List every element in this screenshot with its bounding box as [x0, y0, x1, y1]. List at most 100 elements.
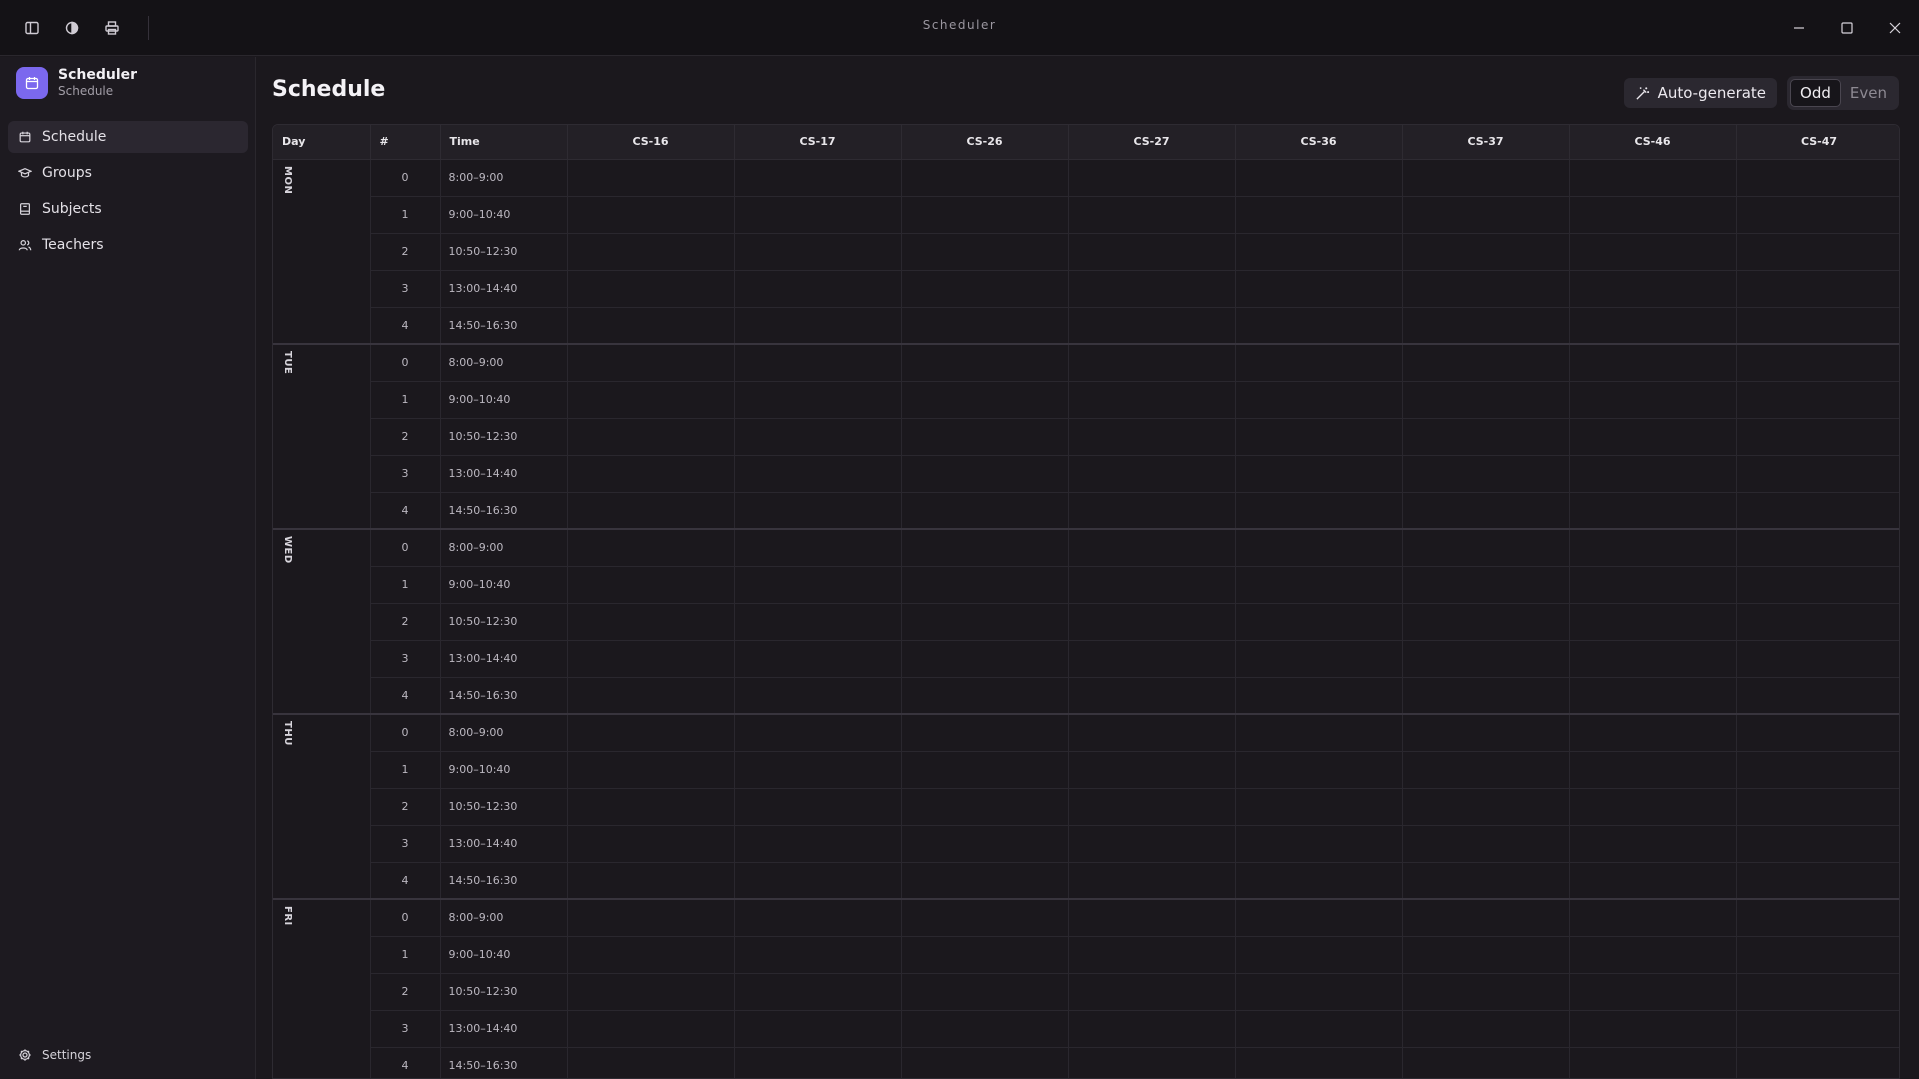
- lesson-cell[interactable]: [734, 899, 902, 937]
- lesson-cell[interactable]: [1068, 677, 1236, 715]
- lesson-cell[interactable]: [901, 640, 1069, 678]
- lesson-cell[interactable]: [901, 529, 1069, 567]
- lesson-cell[interactable]: [567, 566, 735, 604]
- lesson-cell[interactable]: [1235, 862, 1403, 900]
- lesson-cell[interactable]: [734, 677, 902, 715]
- sidebar-item-schedule[interactable]: Schedule: [8, 121, 248, 153]
- lesson-cell[interactable]: [901, 603, 1069, 641]
- lesson-cell[interactable]: [1402, 677, 1570, 715]
- lesson-cell[interactable]: [1736, 640, 1899, 678]
- sidebar-item-settings[interactable]: Settings: [8, 1041, 248, 1069]
- sidebar-item-subjects[interactable]: Subjects: [8, 193, 248, 225]
- lesson-cell[interactable]: [1736, 751, 1899, 789]
- lesson-cell[interactable]: [1235, 973, 1403, 1011]
- lesson-cell[interactable]: [1235, 492, 1403, 530]
- minimize-icon[interactable]: [1785, 14, 1813, 42]
- lesson-cell[interactable]: [734, 825, 902, 863]
- lesson-cell[interactable]: [567, 492, 735, 530]
- lesson-cell[interactable]: [901, 751, 1069, 789]
- lesson-cell[interactable]: [1235, 307, 1403, 345]
- lesson-cell[interactable]: [567, 973, 735, 1011]
- lesson-cell[interactable]: [1402, 1047, 1570, 1078]
- lesson-cell[interactable]: [1402, 529, 1570, 567]
- lesson-cell[interactable]: [901, 344, 1069, 382]
- lesson-cell[interactable]: [734, 381, 902, 419]
- lesson-cell[interactable]: [1235, 714, 1403, 752]
- lesson-cell[interactable]: [1569, 640, 1737, 678]
- lesson-cell[interactable]: [734, 1010, 902, 1048]
- lesson-cell[interactable]: [1402, 751, 1570, 789]
- app-brand[interactable]: Scheduler Schedule: [16, 67, 137, 99]
- lesson-cell[interactable]: [1235, 270, 1403, 308]
- lesson-cell[interactable]: [1736, 714, 1899, 752]
- lesson-cell[interactable]: [1068, 455, 1236, 493]
- lesson-cell[interactable]: [1569, 1047, 1737, 1078]
- lesson-cell[interactable]: [1736, 677, 1899, 715]
- lesson-cell[interactable]: [901, 862, 1069, 900]
- lesson-cell[interactable]: [1569, 677, 1737, 715]
- lesson-cell[interactable]: [1235, 159, 1403, 197]
- lesson-cell[interactable]: [1736, 862, 1899, 900]
- lesson-cell[interactable]: [901, 233, 1069, 271]
- lesson-cell[interactable]: [1402, 973, 1570, 1011]
- lesson-cell[interactable]: [567, 936, 735, 974]
- lesson-cell[interactable]: [734, 751, 902, 789]
- lesson-cell[interactable]: [901, 455, 1069, 493]
- lesson-cell[interactable]: [567, 825, 735, 863]
- lesson-cell[interactable]: [1402, 714, 1570, 752]
- lesson-cell[interactable]: [901, 492, 1069, 530]
- lesson-cell[interactable]: [1068, 344, 1236, 382]
- lesson-cell[interactable]: [1235, 936, 1403, 974]
- lesson-cell[interactable]: [1402, 899, 1570, 937]
- lesson-cell[interactable]: [1736, 418, 1899, 456]
- lesson-cell[interactable]: [1068, 529, 1236, 567]
- lesson-cell[interactable]: [567, 899, 735, 937]
- lesson-cell[interactable]: [567, 714, 735, 752]
- lesson-cell[interactable]: [734, 788, 902, 826]
- lesson-cell[interactable]: [1068, 936, 1236, 974]
- lesson-cell[interactable]: [1235, 1047, 1403, 1078]
- lesson-cell[interactable]: [567, 529, 735, 567]
- lesson-cell[interactable]: [1569, 344, 1737, 382]
- lesson-cell[interactable]: [1402, 566, 1570, 604]
- lesson-cell[interactable]: [1235, 1010, 1403, 1048]
- lesson-cell[interactable]: [1068, 825, 1236, 863]
- lesson-cell[interactable]: [1736, 1010, 1899, 1048]
- lesson-cell[interactable]: [1402, 233, 1570, 271]
- lesson-cell[interactable]: [1402, 344, 1570, 382]
- lesson-cell[interactable]: [734, 529, 902, 567]
- lesson-cell[interactable]: [1402, 492, 1570, 530]
- lesson-cell[interactable]: [1402, 418, 1570, 456]
- lesson-cell[interactable]: [901, 159, 1069, 197]
- lesson-cell[interactable]: [1068, 751, 1236, 789]
- lesson-cell[interactable]: [1402, 862, 1570, 900]
- lesson-cell[interactable]: [901, 788, 1069, 826]
- lesson-cell[interactable]: [734, 640, 902, 678]
- lesson-cell[interactable]: [1569, 788, 1737, 826]
- lesson-cell[interactable]: [1402, 307, 1570, 345]
- lesson-cell[interactable]: [1736, 270, 1899, 308]
- lesson-cell[interactable]: [1068, 862, 1236, 900]
- lesson-cell[interactable]: [1068, 566, 1236, 604]
- lesson-cell[interactable]: [567, 455, 735, 493]
- lesson-cell[interactable]: [1569, 862, 1737, 900]
- lesson-cell[interactable]: [734, 233, 902, 271]
- lesson-cell[interactable]: [567, 307, 735, 345]
- close-icon[interactable]: [1881, 14, 1909, 42]
- lesson-cell[interactable]: [567, 159, 735, 197]
- lesson-cell[interactable]: [1569, 455, 1737, 493]
- lesson-cell[interactable]: [1402, 640, 1570, 678]
- lesson-cell[interactable]: [901, 973, 1069, 1011]
- lesson-cell[interactable]: [901, 1010, 1069, 1048]
- lesson-cell[interactable]: [1569, 603, 1737, 641]
- lesson-cell[interactable]: [1235, 640, 1403, 678]
- lesson-cell[interactable]: [901, 899, 1069, 937]
- lesson-cell[interactable]: [1235, 677, 1403, 715]
- lesson-cell[interactable]: [1068, 381, 1236, 419]
- lesson-cell[interactable]: [567, 788, 735, 826]
- lesson-cell[interactable]: [734, 455, 902, 493]
- lesson-cell[interactable]: [1569, 196, 1737, 234]
- lesson-cell[interactable]: [1736, 603, 1899, 641]
- lesson-cell[interactable]: [1569, 751, 1737, 789]
- lesson-cell[interactable]: [1235, 344, 1403, 382]
